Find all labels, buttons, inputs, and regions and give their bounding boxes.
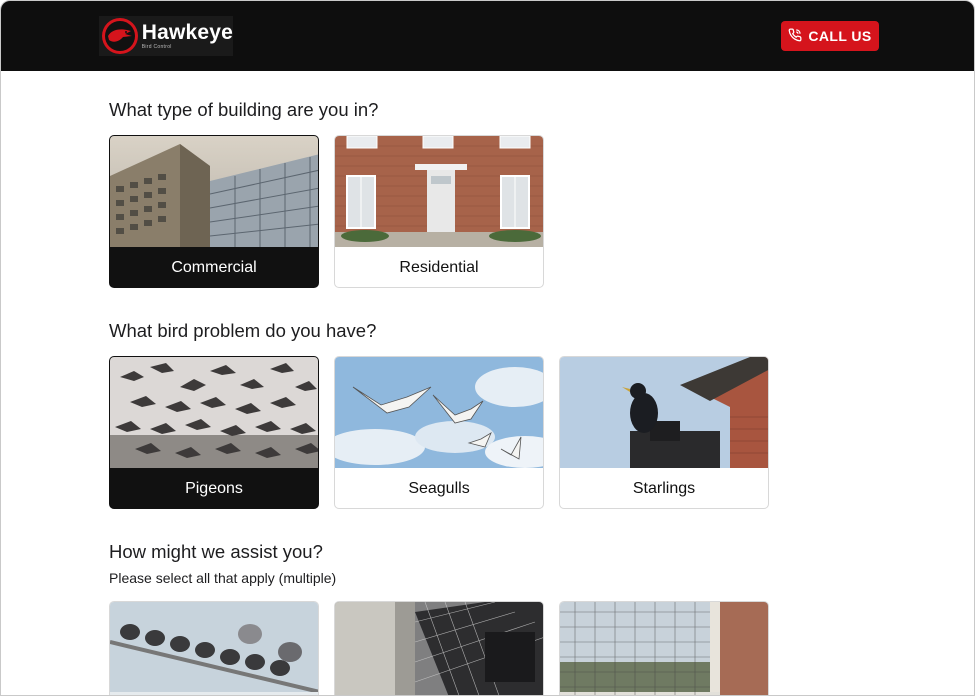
browser-frame: Hawkeye Bird Control CALL US What type o…	[0, 0, 975, 696]
option-residential[interactable]: Residential	[334, 135, 544, 288]
pigeons-image	[110, 357, 318, 468]
option-label: Starlings	[632, 479, 696, 497]
roof-netting-image	[335, 602, 543, 695]
assist-option-netting-balcony[interactable]	[559, 601, 769, 695]
option-seagulls[interactable]: Seagulls	[334, 356, 544, 509]
option-pigeons[interactable]: Pigeons	[109, 356, 319, 509]
bird-question-title: What bird problem do you have?	[109, 320, 377, 341]
phone-icon	[788, 28, 802, 45]
option-label: Pigeons	[185, 479, 243, 497]
hawk-logo-icon	[102, 18, 138, 54]
option-starlings[interactable]: Starlings	[559, 356, 769, 509]
assist-question-subtitle: Please select all that apply (multiple)	[109, 570, 337, 586]
assist-option-spikes[interactable]	[109, 601, 319, 695]
option-commercial[interactable]: Commercial	[109, 135, 319, 288]
residential-house-image	[335, 136, 543, 247]
logo-subtitle: Bird Control	[141, 44, 172, 50]
pigeons-on-rail-image	[110, 602, 318, 695]
call-us-label: CALL US	[808, 28, 872, 44]
starlings-image	[560, 357, 768, 468]
building-question-title: What type of building are you in?	[109, 99, 379, 120]
logo-name: Hawkeye	[141, 21, 233, 44]
balcony-netting-image	[560, 602, 768, 695]
logo-text: Hawkeye Bird Control	[142, 22, 233, 50]
commercial-building-image	[110, 136, 318, 247]
call-us-button[interactable]: CALL US	[781, 21, 879, 51]
seagulls-image	[335, 357, 543, 468]
option-label: Residential	[399, 258, 479, 276]
site-header: Hawkeye Bird Control CALL US	[1, 1, 974, 71]
option-label: Commercial	[171, 258, 257, 276]
hawkeye-logo[interactable]: Hawkeye Bird Control	[99, 16, 233, 56]
assist-question-title: How might we assist you?	[109, 541, 323, 562]
option-label: Seagulls	[408, 479, 470, 497]
assist-option-netting-roof[interactable]	[334, 601, 544, 695]
